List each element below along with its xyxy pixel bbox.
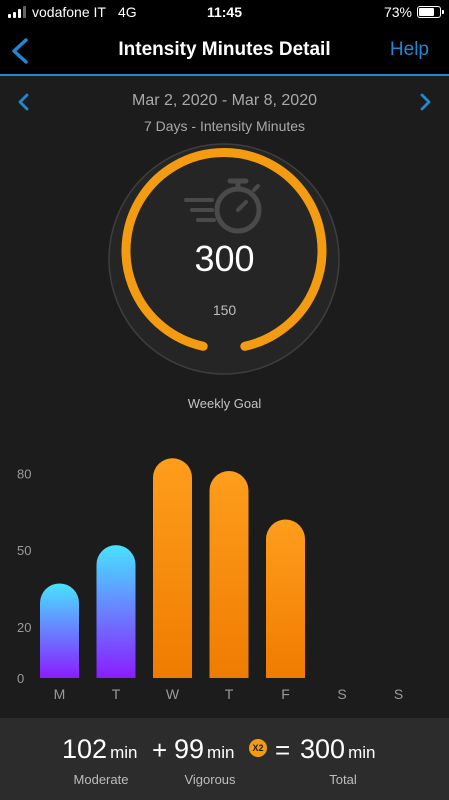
date-range: Mar 2, 2020 - Mar 8, 2020 bbox=[132, 92, 317, 109]
chart-bar bbox=[209, 471, 249, 678]
gauge-value: 300 bbox=[194, 238, 255, 279]
total-label: Total bbox=[329, 772, 357, 787]
multiplier-badge: X2 bbox=[249, 739, 267, 757]
battery-icon bbox=[417, 6, 444, 18]
next-week-button[interactable] bbox=[415, 91, 435, 113]
chart-bar bbox=[96, 545, 136, 678]
chart-bar bbox=[153, 458, 192, 678]
moderate-total: 102 min bbox=[62, 734, 137, 765]
gauge-goal: 150 bbox=[212, 302, 237, 318]
chart-bar bbox=[40, 583, 79, 678]
intensity-total: 300 min bbox=[300, 734, 375, 765]
chevron-right-icon bbox=[420, 93, 431, 111]
vigorous-label: Vigorous bbox=[184, 772, 236, 787]
total-value: 300 bbox=[300, 734, 346, 764]
total-unit: min bbox=[348, 743, 376, 762]
plus-sign: + bbox=[152, 735, 168, 765]
y-tick-label: 50 bbox=[17, 543, 31, 558]
status-right: 73% bbox=[383, 4, 444, 20]
moderate-value: 102 bbox=[62, 734, 108, 764]
date-subtitle: 7 Days - Intensity Minutes bbox=[143, 118, 306, 134]
moderate-unit: min bbox=[110, 743, 138, 762]
status-time: 11:45 bbox=[206, 4, 243, 20]
moderate-label: Moderate bbox=[73, 772, 129, 787]
battery-percent: 73% bbox=[383, 4, 412, 20]
help-button[interactable]: Help bbox=[390, 39, 429, 61]
y-tick-label: 0 bbox=[17, 671, 24, 686]
daily-intensity-chart: 0 20 50 80 M T W T F S S bbox=[17, 458, 403, 702]
vigorous-unit: min bbox=[207, 743, 235, 762]
x-tick-label: T bbox=[225, 686, 234, 702]
y-tick-label: 80 bbox=[17, 467, 31, 482]
weekly-goal-label: Weekly Goal bbox=[187, 396, 262, 411]
page-title: Intensity Minutes Detail bbox=[118, 39, 331, 60]
x-tick-label: M bbox=[54, 686, 66, 702]
status-bar: vodafone IT 4G 11:45 73% bbox=[0, 0, 449, 26]
x-tick-label: S bbox=[337, 686, 346, 702]
x-tick-label: F bbox=[281, 686, 290, 702]
vigorous-value: 99 bbox=[174, 734, 205, 764]
x-tick-label: T bbox=[112, 686, 121, 702]
x-tick-label: W bbox=[166, 686, 180, 702]
x-tick-label: S bbox=[394, 686, 403, 702]
summary-bar: 102 min + 99 min X2 = 300 min Moderate Vigo… bbox=[0, 718, 449, 800]
equals-sign: = bbox=[275, 735, 291, 765]
vigorous-total: 99 min bbox=[174, 734, 234, 765]
y-tick-label: 20 bbox=[17, 620, 31, 635]
chart-bar bbox=[266, 519, 305, 678]
battery-level bbox=[419, 8, 434, 16]
nav-bar: Intensity Minutes Detail Help bbox=[0, 26, 449, 76]
